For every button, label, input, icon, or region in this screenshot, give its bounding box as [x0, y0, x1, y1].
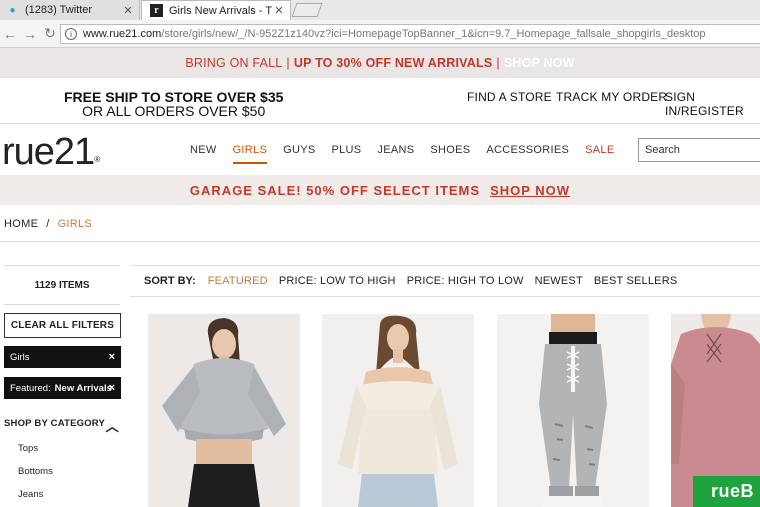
rue21-logo[interactable]: rue21®	[2, 131, 100, 174]
promo-divider: |	[286, 56, 290, 70]
promo-offer: UP TO 30% OFF NEW ARRIVALS	[293, 56, 493, 70]
nav-item-accessories[interactable]: ACCESSORIES	[486, 144, 569, 164]
sort-option-price-high-low[interactable]: PRICE: HIGH TO LOW	[407, 275, 524, 287]
url-host: www.rue21.com	[83, 28, 162, 40]
remove-filter-icon[interactable]: ×	[109, 351, 115, 363]
track-order-link[interactable]: TRACK MY ORDER	[556, 90, 667, 104]
new-tab-button[interactable]	[291, 3, 323, 17]
shop-by-category-toggle[interactable]: SHOP BY CATEGORY ︿	[4, 418, 121, 434]
back-icon[interactable]: ←	[0, 26, 20, 42]
breadcrumb: HOME / GIRLS	[4, 218, 92, 230]
breadcrumb-home[interactable]: HOME	[4, 218, 38, 230]
filter-chip-label: Girls	[10, 351, 30, 363]
browser-tab-rue21[interactable]: r Girls New Arrivals - The ✕	[141, 0, 291, 20]
nav-item-new[interactable]: NEW	[190, 144, 217, 164]
product-tile-cropped-hoodie[interactable]	[148, 314, 300, 507]
category-item-bottoms[interactable]: Bottoms	[18, 466, 53, 477]
sort-option-price-low-high[interactable]: PRICE: LOW TO HIGH	[279, 275, 396, 287]
clear-all-filters-button[interactable]: CLEAR ALL FILTERS	[4, 313, 121, 338]
breadcrumb-current[interactable]: GIRLS	[58, 218, 93, 230]
main-nav: rue21® NEW GIRLS GUYS PLUS JEANS SHOES A…	[0, 125, 760, 175]
twitter-icon: ●	[9, 4, 16, 16]
garage-shop-now-link[interactable]: SHOP NOW	[490, 183, 570, 198]
rue21-favicon-icon: r	[150, 4, 163, 17]
free-ship-line1: FREE SHIP TO STORE OVER $35	[64, 89, 284, 105]
search-placeholder: Search	[645, 144, 680, 156]
forward-icon[interactable]: →	[20, 26, 40, 42]
sign-in-link[interactable]: SIGN IN/REGISTER	[665, 90, 760, 118]
sort-option-best-sellers[interactable]: BEST SELLERS	[594, 275, 678, 287]
promo-divider: |	[496, 56, 500, 70]
nav-item-plus[interactable]: PLUS	[331, 144, 361, 164]
promo-banner[interactable]: BRING ON FALL | UP TO 30% OFF NEW ARRIVA…	[0, 48, 760, 78]
nav-item-girls[interactable]: GIRLS	[232, 144, 268, 164]
find-store-link[interactable]: FIND A STORE	[467, 90, 552, 104]
sort-option-featured[interactable]: FEATURED	[208, 275, 268, 287]
category-heading: SHOP BY CATEGORY	[4, 418, 106, 429]
product-image-gray-joggers	[539, 314, 607, 507]
garage-sale-text: GARAGE SALE! 50% OFF SELECT ITEMS	[189, 182, 481, 198]
reload-icon[interactable]: ↻	[40, 25, 60, 42]
product-tile-ruffle-top[interactable]	[322, 314, 474, 507]
garage-sale-banner[interactable]: GARAGE SALE! 50% OFF SELECT ITEMS SHOP N…	[0, 175, 760, 205]
sort-label: SORT BY:	[144, 275, 196, 287]
sort-bar: SORT BY: FEATURED PRICE: LOW TO HIGH PRI…	[130, 265, 760, 297]
tab-title: (1283) Twitter	[25, 4, 93, 16]
info-icon[interactable]: i	[65, 28, 77, 40]
item-count: 1129 ITEMS	[4, 265, 120, 305]
tab-title: Girls New Arrivals - The	[169, 4, 272, 17]
logo-text: rue21	[2, 131, 95, 173]
address-bar: ← → ↻ i www.rue21.com/store/girls/new/_/…	[0, 20, 760, 48]
rue-brand-badge[interactable]: rueB	[693, 476, 760, 507]
browser-tab-twitter[interactable]: ● (1283) Twitter ✕	[0, 0, 140, 20]
nav-item-sale[interactable]: SALE	[585, 144, 614, 164]
breadcrumb-separator: /	[46, 218, 50, 230]
url-input[interactable]: i www.rue21.com/store/girls/new/_/N-952Z…	[60, 24, 760, 44]
product-image-ruffle-top	[338, 315, 458, 507]
free-ship-line2: OR ALL ORDERS OVER $50	[82, 103, 266, 119]
category-nav: NEW GIRLS GUYS PLUS JEANS SHOES ACCESSOR…	[190, 144, 631, 164]
nav-item-guys[interactable]: GUYS	[283, 144, 315, 164]
promo-lead: BRING ON FALL	[185, 56, 283, 70]
search-input[interactable]: Search	[638, 138, 760, 162]
nav-item-shoes[interactable]: SHOES	[430, 144, 470, 164]
filter-chip-girls[interactable]: Girls ×	[4, 346, 121, 368]
url-path: /store/girls/new/_/N-952Z1z140vz?ici=Hom…	[161, 28, 706, 40]
category-item-tops[interactable]: Tops	[18, 443, 38, 454]
browser-tab-strip: ● (1283) Twitter ✕ r Girls New Arrivals …	[0, 0, 760, 20]
filter-chip-featured[interactable]: Featured: New Arrivals ×	[4, 377, 121, 399]
filter-chip-label: Featured:	[10, 382, 51, 394]
nav-item-jeans[interactable]: JEANS	[377, 144, 414, 164]
registered-mark: ®	[94, 155, 100, 164]
promo-shop-now-link[interactable]: SHOP NOW	[504, 56, 575, 70]
product-tile-lace-up-joggers[interactable]	[497, 314, 649, 507]
filter-chip-value: New Arrivals	[54, 382, 112, 394]
utility-bar: FREE SHIP TO STORE OVER $35 OR ALL ORDER…	[0, 78, 760, 124]
close-tab-icon[interactable]: ✕	[121, 4, 135, 17]
remove-filter-icon[interactable]: ×	[109, 382, 115, 394]
divider	[0, 241, 760, 242]
category-item-jeans[interactable]: Jeans	[18, 489, 43, 500]
close-tab-icon[interactable]: ✕	[272, 4, 286, 17]
chevron-up-icon: ︿	[105, 419, 119, 434]
product-image-gray-hoodie	[162, 318, 286, 507]
free-shipping-message: FREE SHIP TO STORE OVER $35 OR ALL ORDER…	[64, 90, 283, 118]
sort-option-newest[interactable]: NEWEST	[535, 275, 583, 287]
